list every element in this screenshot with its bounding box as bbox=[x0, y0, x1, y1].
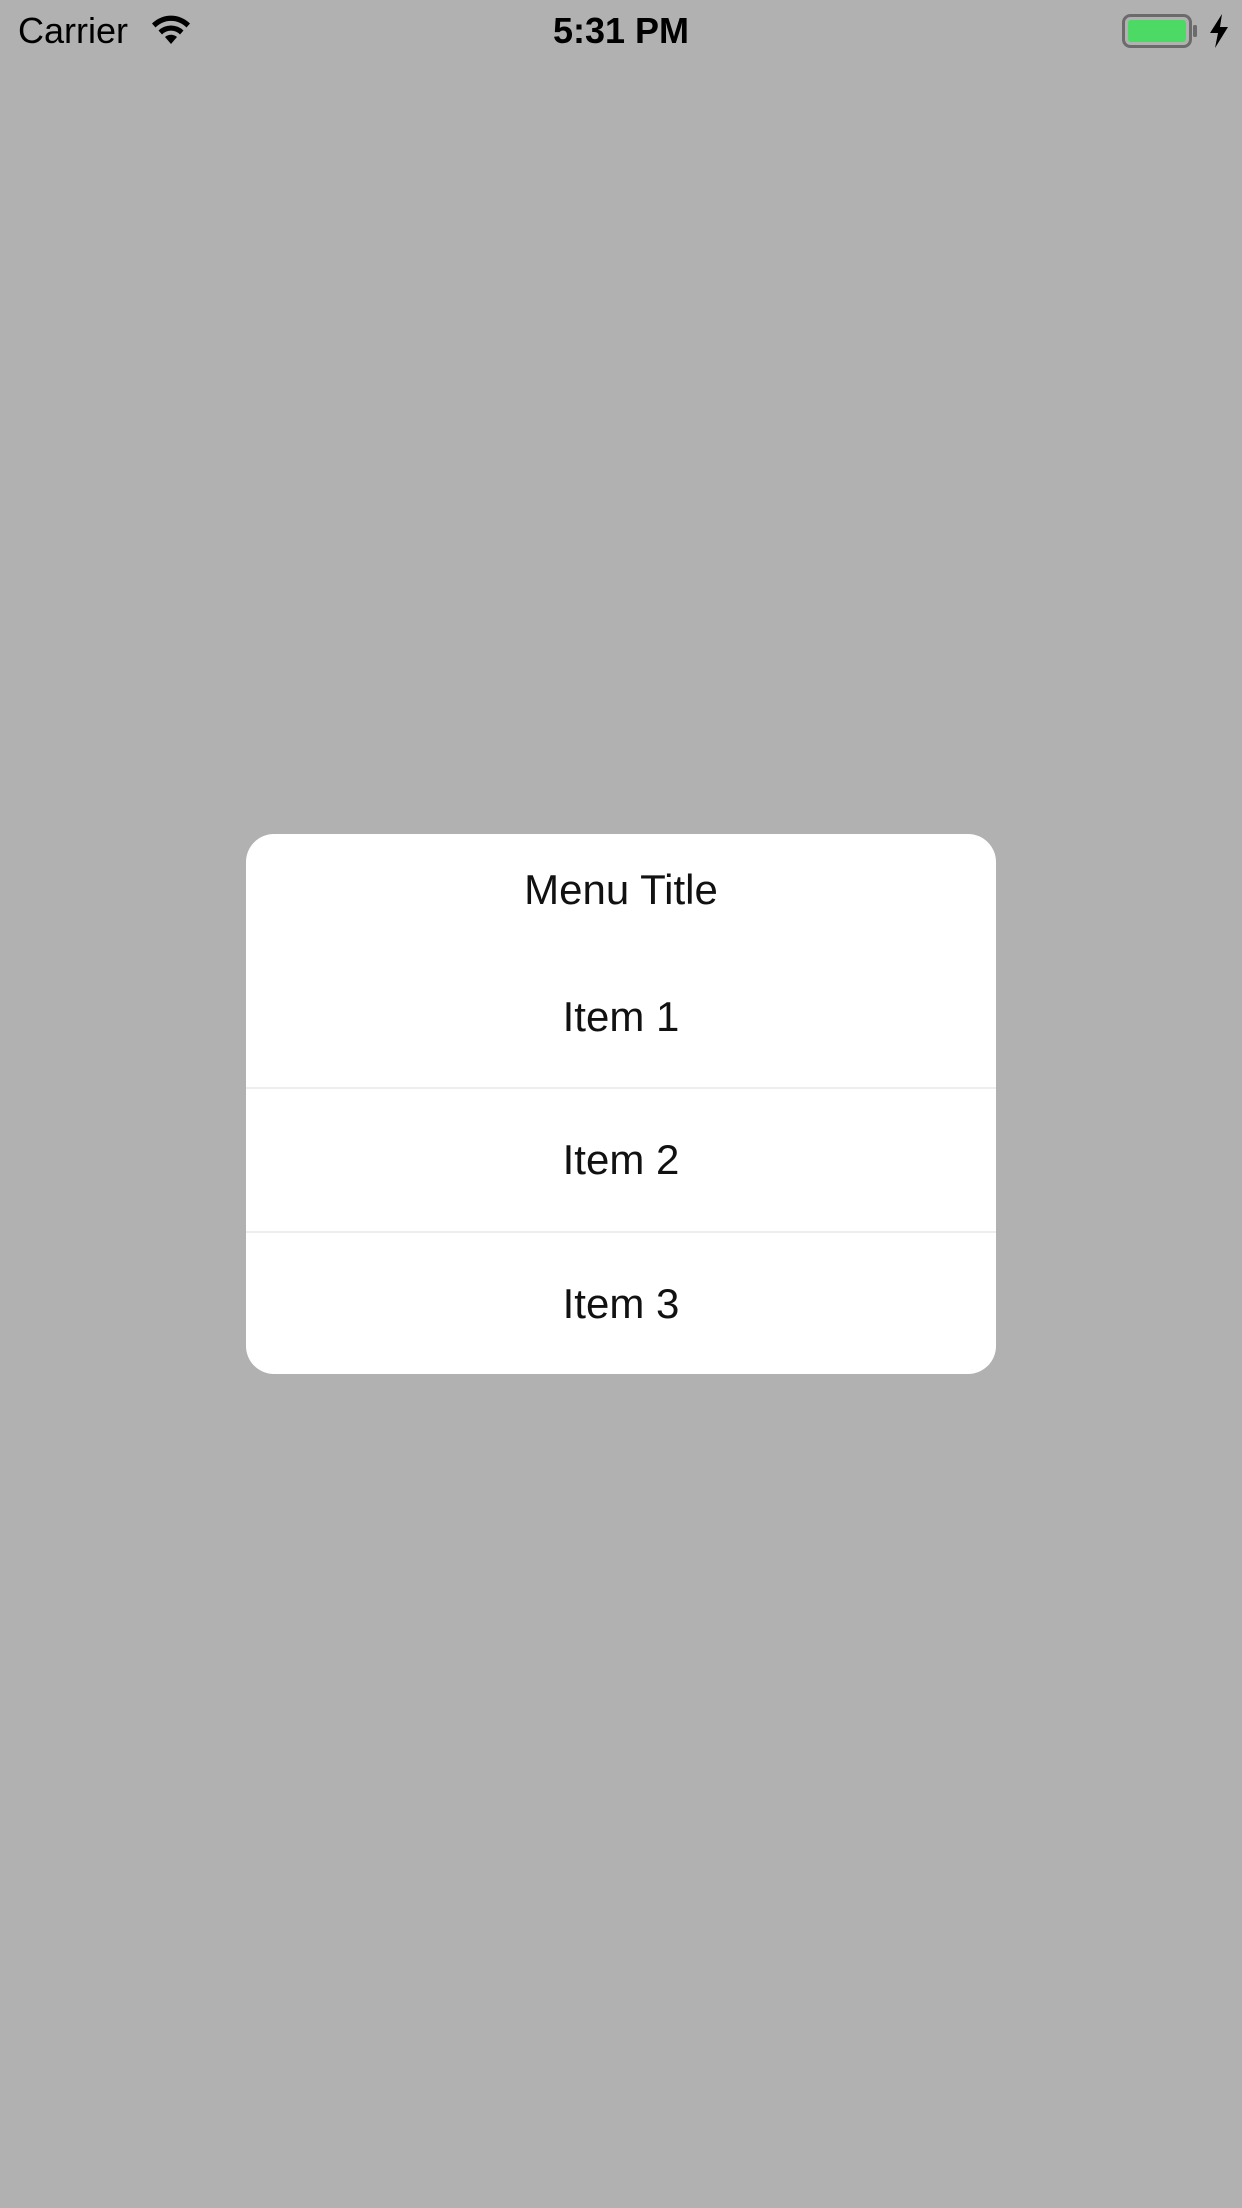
status-time: 5:31 PM bbox=[552, 10, 690, 51]
status-bar: Carrier 5:31 PM bbox=[0, 0, 1242, 62]
menu-item-1[interactable]: Item 1 bbox=[246, 946, 996, 1087]
charging-icon bbox=[1210, 14, 1228, 48]
menu-dialog: Menu Title Item 1 Item 2 Item 3 bbox=[246, 834, 996, 1374]
menu-item-2[interactable]: Item 2 bbox=[246, 1089, 996, 1231]
menu-title: Menu Title bbox=[524, 866, 718, 913]
menu-item-3[interactable]: Item 3 bbox=[246, 1233, 996, 1374]
screen: Carrier 5:31 PM Menu Title Item 1 Item 2… bbox=[0, 0, 1242, 2208]
battery-icon bbox=[1122, 14, 1197, 48]
